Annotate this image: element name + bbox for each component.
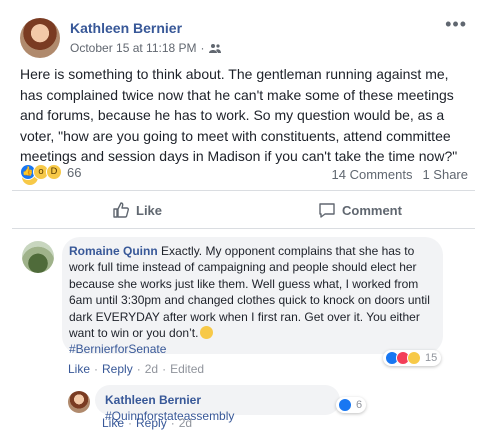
comments-count-link[interactable]: 14 Comments [332,167,413,182]
like-button-label: Like [136,202,163,218]
comment-edited[interactable]: Edited [170,362,204,376]
meta-separator: · [200,41,205,55]
post-card: Kathleen Bernier October 15 at 11:18 PM … [0,0,487,439]
thumbs-up-icon [113,202,129,218]
shares-count-link[interactable]: 1 Share [422,167,468,182]
author-avatar[interactable] [20,18,60,58]
separator: · [94,362,99,376]
reply-reply-link[interactable]: Reply [136,416,167,430]
reply-actions: Like · Reply · 2d [102,416,192,430]
reply-time[interactable]: 2d [179,416,192,430]
comment-button[interactable]: Comment [318,201,402,219]
friends-icon[interactable] [208,43,221,53]
comment-author[interactable]: Romaine Quinn [69,244,158,258]
reactions-summary[interactable]: 👍 o D 66 [20,164,81,180]
comment-icon [319,203,335,218]
post-meta: October 15 at 11:18 PM · [70,41,221,55]
divider [12,228,475,229]
post-timestamp[interactable]: October 15 at 11:18 PM [70,41,197,55]
reply-author-avatar[interactable] [68,391,90,413]
haha-reaction-icon: D [46,164,62,180]
reaction-count[interactable]: 66 [67,165,81,180]
separator: · [128,416,133,430]
comment-actions: Like · Reply · 2d · Edited [68,362,204,376]
comment-like-link[interactable]: Like [68,362,90,376]
post-author[interactable]: Kathleen Bernier [70,20,182,36]
separator: · [162,362,167,376]
hashtag-link[interactable]: #BernierforSenate [69,342,166,356]
comment-text: Exactly. My opponent complains that she … [69,244,430,341]
more-options-button[interactable]: ••• [445,14,467,35]
engagement-counts: 14 Comments 1 Share [332,167,468,182]
like-button[interactable]: Like [112,201,162,219]
comment-button-label: Comment [342,202,402,218]
comment-reactions[interactable]: 15 [383,350,442,366]
post-body: Here is something to think about. The ge… [20,66,458,164]
separator: · [136,362,141,376]
reply-bubble: Kathleen Bernier #Quinnforstateassembly [95,385,340,423]
reply-reactions[interactable]: 6 [336,397,367,413]
smiling-face-emoji-icon [200,326,214,340]
comment-reply-link[interactable]: Reply [102,362,133,376]
like-reaction-icon [338,398,352,412]
comment-reaction-count: 15 [425,352,438,364]
reply-like-link[interactable]: Like [102,416,124,430]
haha-reaction-icon [407,351,421,365]
commenter-avatar[interactable] [22,241,54,273]
separator: · [170,416,175,430]
comment-bubble: Romaine Quinn Exactly. My opponent compl… [62,237,443,356]
comment-time[interactable]: 2d [145,362,158,376]
reply-author[interactable]: Kathleen Bernier [105,393,201,407]
reply-reaction-count: 6 [356,399,363,411]
divider [12,190,475,191]
